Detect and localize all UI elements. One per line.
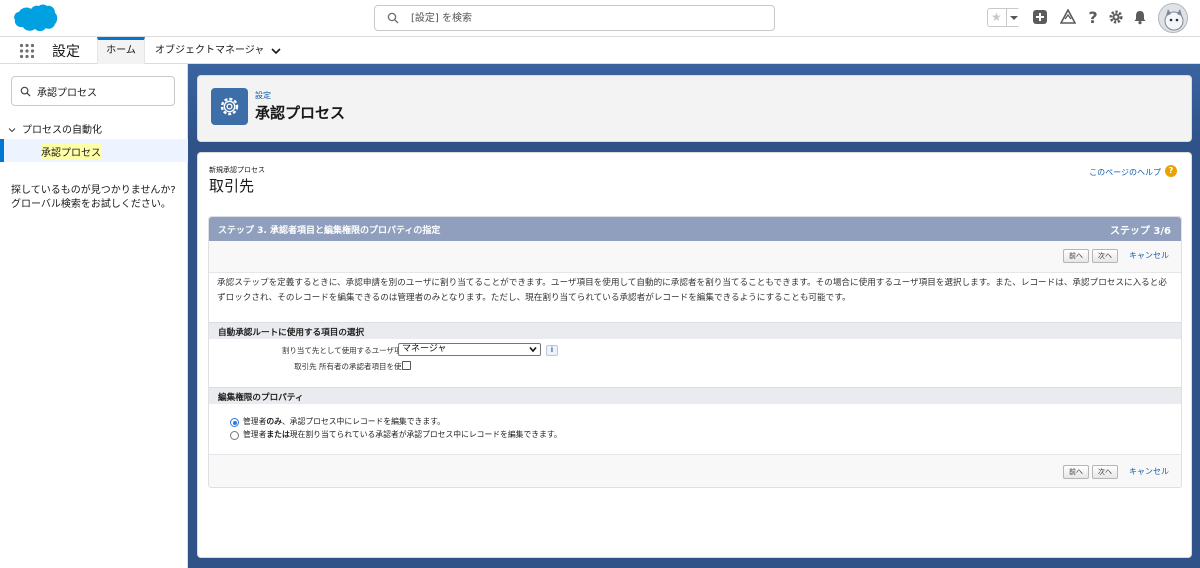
- astro-avatar-icon: [1164, 9, 1184, 31]
- radio-admin-or-approver-label[interactable]: 管理者または現在割り当てられている承認者が承認プロセス中にレコードを編集できます…: [243, 429, 562, 440]
- search-icon: [387, 12, 399, 24]
- chevron-down-icon: [529, 346, 537, 353]
- chevron-down-icon[interactable]: [8, 126, 16, 134]
- help-question-icon[interactable]: ?: [1165, 165, 1177, 177]
- help-for-page-link[interactable]: このページのヘルプ: [1089, 167, 1161, 178]
- section-title: 編集権限のプロパティ: [218, 393, 304, 403]
- app-navigation-bar: 設定 ホーム オブジェクトマネージャ: [0, 37, 1200, 64]
- app-name: 設定: [52, 44, 80, 60]
- radio-label-prefix: 管理者: [243, 430, 267, 439]
- setup-tile: [211, 88, 248, 125]
- top-button-row: 前へ 次へ キャンセル: [209, 241, 1181, 271]
- radio-label-rest: 、承認プロセス中にレコードを編集できます。: [281, 417, 445, 426]
- tree-item-label: プロセスの自動化: [22, 125, 102, 136]
- owner-approver-checkbox[interactable]: [402, 361, 411, 370]
- global-add-icon[interactable]: [1032, 9, 1048, 25]
- svg-text:?: ?: [1088, 9, 1097, 25]
- wizard-pre-title: 新規承認プロセス: [209, 166, 265, 174]
- radio-label-prefix: 管理者: [243, 417, 267, 426]
- step-count: ステップ 3/6: [1109, 226, 1171, 237]
- cancel-link[interactable]: キャンセル: [1129, 466, 1169, 477]
- prev-button[interactable]: 前へ: [1063, 465, 1089, 479]
- favorites-star-icon[interactable]: ★: [991, 10, 1002, 25]
- global-search-input[interactable]: [411, 10, 761, 26]
- radio-admin-only[interactable]: [230, 418, 239, 427]
- tree-item-label: 承認プロセス: [41, 144, 101, 159]
- cancel-link[interactable]: キャンセル: [1129, 250, 1169, 261]
- radio-admin-only-label[interactable]: 管理者のみ、承認プロセス中にレコードを編集できます。: [243, 416, 445, 427]
- user-avatar[interactable]: [1158, 3, 1188, 33]
- radio-label-rest: 現在割り当てられている承認者が承認プロセス中にレコードを編集できます。: [289, 430, 562, 439]
- divider: [209, 454, 1181, 455]
- page-eyebrow: 設定: [255, 91, 271, 100]
- global-header: ★ ?: [0, 0, 1200, 37]
- tab-object-manager-label: オブジェクトマネージャ: [155, 45, 265, 56]
- bottom-button-row: 前へ 次へ キャンセル: [209, 457, 1181, 487]
- tree-item-approval-processes[interactable]: 承認プロセス: [0, 139, 188, 162]
- user-field-selected-value: マネージャ: [402, 344, 447, 354]
- next-button[interactable]: 次へ: [1092, 465, 1118, 479]
- quick-find-input[interactable]: [37, 84, 167, 98]
- user-field-select[interactable]: マネージャ: [398, 343, 541, 356]
- radio-label-emphasis: のみ: [266, 417, 282, 426]
- setup-gear-icon: [220, 97, 239, 116]
- next-button[interactable]: 次へ: [1092, 249, 1118, 263]
- info-icon[interactable]: i: [546, 345, 558, 356]
- not-found-hint: 探しているものが見つかりませんか? グローバル検索をお試しください。: [11, 185, 176, 210]
- notifications-bell-icon[interactable]: [1132, 9, 1148, 25]
- tab-home[interactable]: ホーム: [97, 37, 145, 64]
- radio-label-emphasis: または: [266, 430, 290, 439]
- setup-gear-icon[interactable]: [1108, 9, 1124, 25]
- tab-home-label: ホーム: [106, 45, 136, 56]
- object-title: 取引先: [209, 177, 255, 195]
- radio-admin-or-approver[interactable]: [230, 431, 239, 440]
- search-icon: [20, 86, 31, 97]
- setup-sidebar: プロセスの自動化 承認プロセス 探しているものが見つかりませんか? グローバル検…: [0, 64, 188, 568]
- help-icon[interactable]: ?: [1085, 9, 1101, 25]
- chevron-down-icon[interactable]: [271, 47, 281, 55]
- app-launcher-icon[interactable]: [19, 43, 35, 59]
- trailhead-icon[interactable]: [1060, 9, 1076, 25]
- wizard-header: ステップ 3. 承認者項目と編集権限のプロパティの指定 ステップ 3/6: [209, 217, 1181, 241]
- page-header: 設定 承認プロセス: [197, 75, 1192, 142]
- wizard-panel: ステップ 3. 承認者項目と編集権限のプロパティの指定 ステップ 3/6 前へ …: [208, 216, 1182, 488]
- step-description: 承認ステップを定義するときに、承認申請を別のユーザに割り当てることができます。ユ…: [217, 278, 1167, 303]
- owner-approver-label: 取引先 所有者の承認者項目を使用: [294, 362, 409, 371]
- section-header-edit-permissions: 編集権限のプロパティ: [209, 387, 1181, 404]
- global-search-box[interactable]: [374, 5, 775, 31]
- user-field-label: 割り当て先として使用するユーザ項目: [281, 346, 409, 355]
- prev-button[interactable]: 前へ: [1063, 249, 1089, 263]
- section-title: 自動承認ルートに使用する項目の選択: [218, 328, 365, 338]
- tree-item-process-automation[interactable]: プロセスの自動化: [8, 121, 102, 136]
- step-title: ステップ 3. 承認者項目と編集権限のプロパティの指定: [218, 226, 441, 236]
- page-title: 承認プロセス: [255, 104, 346, 122]
- tab-object-manager[interactable]: オブジェクトマネージャ: [155, 37, 281, 64]
- main-content-card: 新規承認プロセス 取引先 このページのヘルプ ? ステップ 3. 承認者項目と編…: [197, 152, 1192, 558]
- salesforce-logo[interactable]: [13, 4, 58, 33]
- favorites-group[interactable]: ★: [987, 8, 1020, 27]
- section-header-auto-routing: 自動承認ルートに使用する項目の選択: [209, 322, 1181, 339]
- favorites-dropdown-icon[interactable]: [1006, 9, 1020, 26]
- quick-find-box[interactable]: [11, 76, 175, 106]
